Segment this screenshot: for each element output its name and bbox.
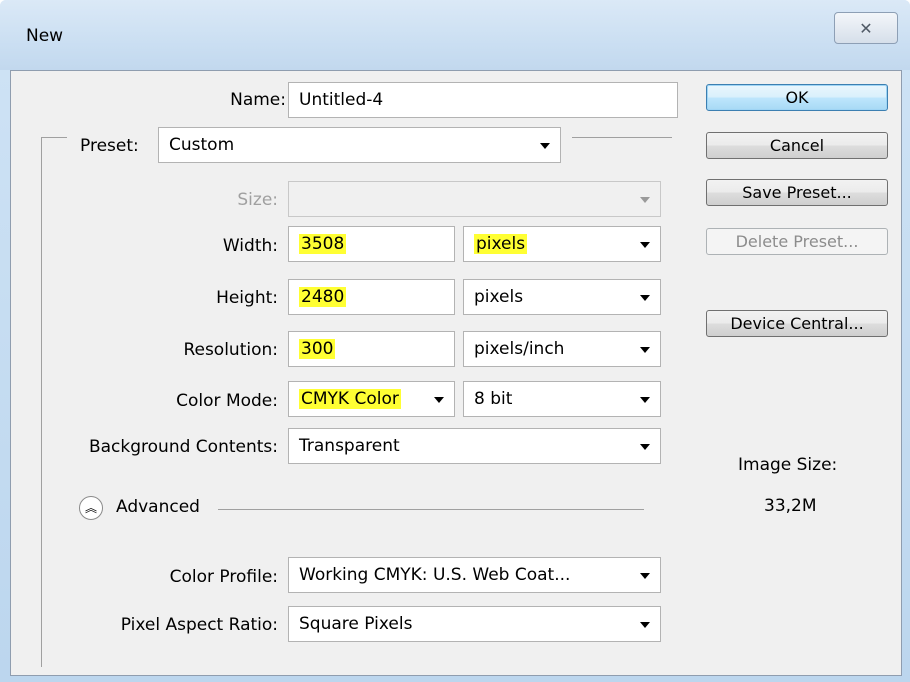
preset-value: Custom <box>169 135 235 155</box>
dialog-title: New <box>26 26 64 46</box>
chevron-down-icon <box>640 397 650 403</box>
pixel-aspect-ratio-select[interactable]: Square Pixels <box>288 606 661 642</box>
width-unit-value: pixels <box>474 234 528 254</box>
resolution-unit-value: pixels/inch <box>474 339 565 359</box>
preset-group-border <box>41 137 67 138</box>
close-button[interactable]: ✕ <box>834 12 898 44</box>
chevron-down-icon <box>540 143 550 149</box>
chevron-down-icon <box>640 242 650 248</box>
device-central-button[interactable]: Device Central... <box>706 310 888 337</box>
delete-preset-button[interactable]: Delete Preset... <box>706 228 888 255</box>
height-input[interactable]: 2480 <box>288 279 455 315</box>
width-unit-select[interactable]: pixels <box>463 226 661 262</box>
close-icon: ✕ <box>859 18 873 38</box>
advanced-divider <box>218 509 644 510</box>
pixel-aspect-ratio-value: Square Pixels <box>299 614 413 634</box>
color-profile-label: Color Profile: <box>169 567 278 587</box>
height-label: Height: <box>216 288 278 308</box>
title-bar[interactable]: New ✕ <box>0 0 910 70</box>
color-profile-select[interactable]: Working CMYK: U.S. Web Coat... <box>288 557 661 593</box>
height-value: 2480 <box>299 287 347 307</box>
resolution-value: 300 <box>299 339 336 359</box>
color-mode-value: CMYK Color <box>299 389 401 409</box>
name-label: Name: <box>230 90 286 110</box>
image-size-value: 33,2M <box>764 496 817 516</box>
chevron-down-icon <box>434 397 444 403</box>
width-value: 3508 <box>299 234 347 254</box>
height-unit-select[interactable]: pixels <box>463 279 661 315</box>
bit-depth-select[interactable]: 8 bit <box>463 381 661 417</box>
background-contents-value: Transparent <box>299 436 400 456</box>
color-mode-select[interactable]: CMYK Color <box>288 381 455 417</box>
ok-button[interactable]: OK <box>706 84 888 111</box>
background-contents-select[interactable]: Transparent <box>288 428 661 464</box>
preset-select[interactable]: Custom <box>158 127 561 163</box>
size-select[interactable] <box>288 181 661 217</box>
color-profile-value: Working CMYK: U.S. Web Coat... <box>299 565 571 585</box>
image-size-label: Image Size: <box>738 455 838 475</box>
double-chevron-up-icon: ︽ <box>84 501 97 515</box>
chevron-down-icon <box>640 197 650 203</box>
chevron-down-icon <box>640 295 650 301</box>
width-label: Width: <box>222 236 278 256</box>
height-unit-value: pixels <box>474 287 524 307</box>
pixel-aspect-ratio-label: Pixel Aspect Ratio: <box>120 615 278 635</box>
size-label: Size: <box>237 190 278 210</box>
save-preset-button[interactable]: Save Preset... <box>706 179 888 206</box>
chevron-down-icon <box>640 573 650 579</box>
chevron-down-icon <box>640 347 650 353</box>
preset-group-border-left <box>41 137 42 667</box>
chevron-down-icon <box>640 622 650 628</box>
resolution-label: Resolution: <box>183 340 278 360</box>
advanced-label: Advanced <box>116 497 200 517</box>
preset-label: Preset: <box>80 136 139 156</box>
width-input[interactable]: 3508 <box>288 226 455 262</box>
name-input[interactable]: Untitled-4 <box>288 82 678 118</box>
resolution-input[interactable]: 300 <box>288 331 455 367</box>
preset-group-border-right <box>572 137 672 138</box>
name-value: Untitled-4 <box>299 90 384 110</box>
advanced-toggle-button[interactable]: ︽ <box>79 496 103 520</box>
color-mode-label: Color Mode: <box>176 391 278 411</box>
background-contents-label: Background Contents: <box>88 437 278 457</box>
cancel-button[interactable]: Cancel <box>706 132 888 159</box>
resolution-unit-select[interactable]: pixels/inch <box>463 331 661 367</box>
bit-depth-value: 8 bit <box>474 389 513 409</box>
chevron-down-icon <box>640 444 650 450</box>
